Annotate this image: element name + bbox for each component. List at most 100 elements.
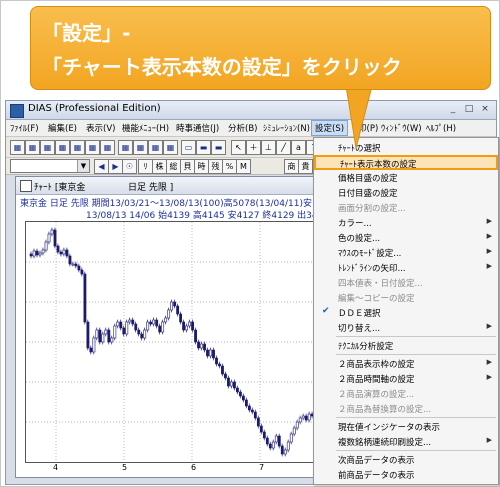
submenu-arrow-icon: ▶ bbox=[486, 232, 492, 240]
candle bbox=[253, 411, 257, 419]
menu-item[interactable]: ✔ ＤＤＥ選択 bbox=[314, 305, 498, 320]
candle bbox=[80, 269, 84, 275]
menu-item-label: ２商品表示枠の設定 bbox=[338, 360, 415, 370]
candle bbox=[280, 445, 284, 455]
menu-item[interactable]: ﾏｳｽのﾓｰﾄﾞ設定... ▶ bbox=[314, 245, 498, 260]
candle bbox=[86, 321, 90, 349]
candle bbox=[50, 229, 54, 235]
menu-item[interactable]: カラー... ▶ bbox=[314, 215, 498, 230]
candle bbox=[236, 387, 239, 393]
menu-item[interactable]: 現在値インジケータの表示 bbox=[314, 419, 498, 434]
menu-item-label: 日付目盛の設定 bbox=[338, 189, 398, 199]
candle bbox=[176, 305, 180, 315]
candle bbox=[268, 443, 272, 449]
candle bbox=[116, 321, 120, 327]
candle bbox=[230, 381, 233, 387]
candle bbox=[74, 263, 78, 267]
chart-window-title-right: 日足 先限 ] bbox=[128, 183, 174, 193]
candle bbox=[265, 437, 269, 445]
candle bbox=[44, 241, 48, 251]
candle bbox=[53, 229, 57, 247]
candle bbox=[95, 329, 99, 339]
toolbar2-button[interactable]: ﾘ bbox=[138, 159, 153, 174]
candle bbox=[221, 365, 224, 375]
menu-separator bbox=[336, 417, 496, 418]
candlestick-chart[interactable] bbox=[25, 221, 332, 463]
candle bbox=[283, 449, 287, 455]
callout-line1: 「設定」- bbox=[42, 21, 131, 45]
toolbar2-button[interactable]: 貝 bbox=[180, 159, 195, 174]
refresh-icon[interactable]: ☉ bbox=[122, 159, 137, 174]
candle bbox=[242, 395, 245, 401]
menu-item: 四本値表・日付設定... bbox=[314, 275, 498, 290]
candle bbox=[206, 349, 209, 357]
menu-item-label: ﾄﾚﾝﾄﾞﾗｲﾝの矢印... bbox=[338, 264, 406, 274]
candle bbox=[200, 343, 203, 349]
menu-item[interactable]: ２商品表示枠の設定 ▶ bbox=[314, 356, 498, 371]
candle bbox=[149, 321, 153, 325]
candle bbox=[110, 337, 114, 343]
menu-item[interactable]: 前商品データの表示 bbox=[314, 467, 498, 482]
menu-item[interactable]: 次商品データの表示 bbox=[314, 452, 498, 467]
chart-window-title: ﾁｬｰﾄ [東京金 bbox=[34, 183, 86, 193]
menu-item[interactable]: 価格目盛の設定 bbox=[314, 170, 498, 185]
candle bbox=[227, 377, 230, 387]
candle bbox=[164, 317, 168, 323]
menu-item: ２商品演算の設定... bbox=[314, 386, 498, 401]
prev-icon[interactable]: ◀ bbox=[94, 159, 109, 174]
candle bbox=[277, 435, 281, 447]
menu-item[interactable]: 切り替え... ▶ bbox=[314, 320, 498, 335]
next-icon[interactable]: ▶ bbox=[108, 159, 123, 174]
candle bbox=[56, 245, 60, 253]
candle bbox=[289, 433, 293, 443]
candle bbox=[301, 415, 305, 419]
candle bbox=[125, 321, 129, 335]
candle bbox=[35, 250, 39, 256]
toolbar2-button[interactable]: 貴 bbox=[298, 159, 313, 174]
menu-item[interactable]: ﾄﾚﾝﾄﾞﾗｲﾝの矢印... ▶ bbox=[314, 260, 498, 275]
menu-item-label: 色の設定... bbox=[338, 234, 381, 244]
candle bbox=[292, 427, 296, 435]
candle bbox=[104, 329, 108, 335]
toolbar2-button[interactable]: M bbox=[236, 159, 251, 174]
toolbar2-button[interactable]: 株 bbox=[152, 159, 167, 174]
candle bbox=[134, 323, 138, 331]
toolbar2-button[interactable]: 総 bbox=[166, 159, 181, 174]
toolbar2-button[interactable]: 時 bbox=[194, 159, 209, 174]
settings-menu: ﾁｬｰﾄの選択 ﾁｬｰﾄ表示本数の設定 価格目盛の設定 日付目盛の設定 画面分割の設定.… bbox=[313, 137, 499, 485]
menu-item-label: カラー... bbox=[338, 219, 372, 229]
toolbar2-button[interactable]: 残 bbox=[208, 159, 223, 174]
menu-item[interactable]: 日付目盛の設定 bbox=[314, 185, 498, 200]
candle bbox=[167, 309, 171, 319]
instruction-callout: 「設定」- 「チャート表示本数の設定」をクリック bbox=[30, 6, 491, 90]
menu-item-label: 前商品データの表示 bbox=[338, 471, 415, 481]
menu-item[interactable]: 色の設定... ▶ bbox=[314, 230, 498, 245]
candle bbox=[239, 391, 242, 397]
candle bbox=[128, 319, 132, 323]
menu-item[interactable]: ２商品時間軸の設定 ▶ bbox=[314, 371, 498, 386]
candle bbox=[152, 319, 156, 325]
x-tick-label: 6 bbox=[191, 463, 197, 472]
candle bbox=[212, 349, 215, 359]
toolbar2-button[interactable]: 商 bbox=[284, 159, 299, 174]
chart-window-titlebar: ﾁｬｰﾄ [東京金 日足 先限 ] bbox=[16, 177, 336, 195]
candle bbox=[244, 399, 248, 407]
toolbar2-button[interactable]: % bbox=[222, 159, 237, 174]
candle bbox=[191, 321, 194, 331]
candle bbox=[179, 313, 183, 323]
symbol-select[interactable]: ▼ bbox=[10, 159, 90, 173]
menu-item-label: 四本値表・日付設定... bbox=[338, 279, 423, 289]
menu-item: 画面分割の設定... bbox=[314, 200, 498, 215]
candle bbox=[143, 329, 147, 339]
candle bbox=[92, 337, 96, 353]
candle bbox=[197, 341, 200, 349]
submenu-arrow-icon: ▶ bbox=[486, 247, 492, 255]
candle bbox=[62, 249, 66, 255]
menu-separator bbox=[336, 354, 496, 355]
menu-item[interactable]: 複数銘柄連続印刷設定... ▶ bbox=[314, 434, 498, 449]
chart-icon bbox=[20, 180, 32, 192]
menu-item-label: ＤＤＥ選択 bbox=[338, 309, 381, 319]
menu-item[interactable]: ﾃｸﾆｶﾙ分析設定 bbox=[314, 338, 498, 353]
candle bbox=[274, 435, 278, 443]
chart-info-line2: 13/08/13 14/06 始4139 高4145 安4127 終4129 出… bbox=[86, 211, 341, 221]
